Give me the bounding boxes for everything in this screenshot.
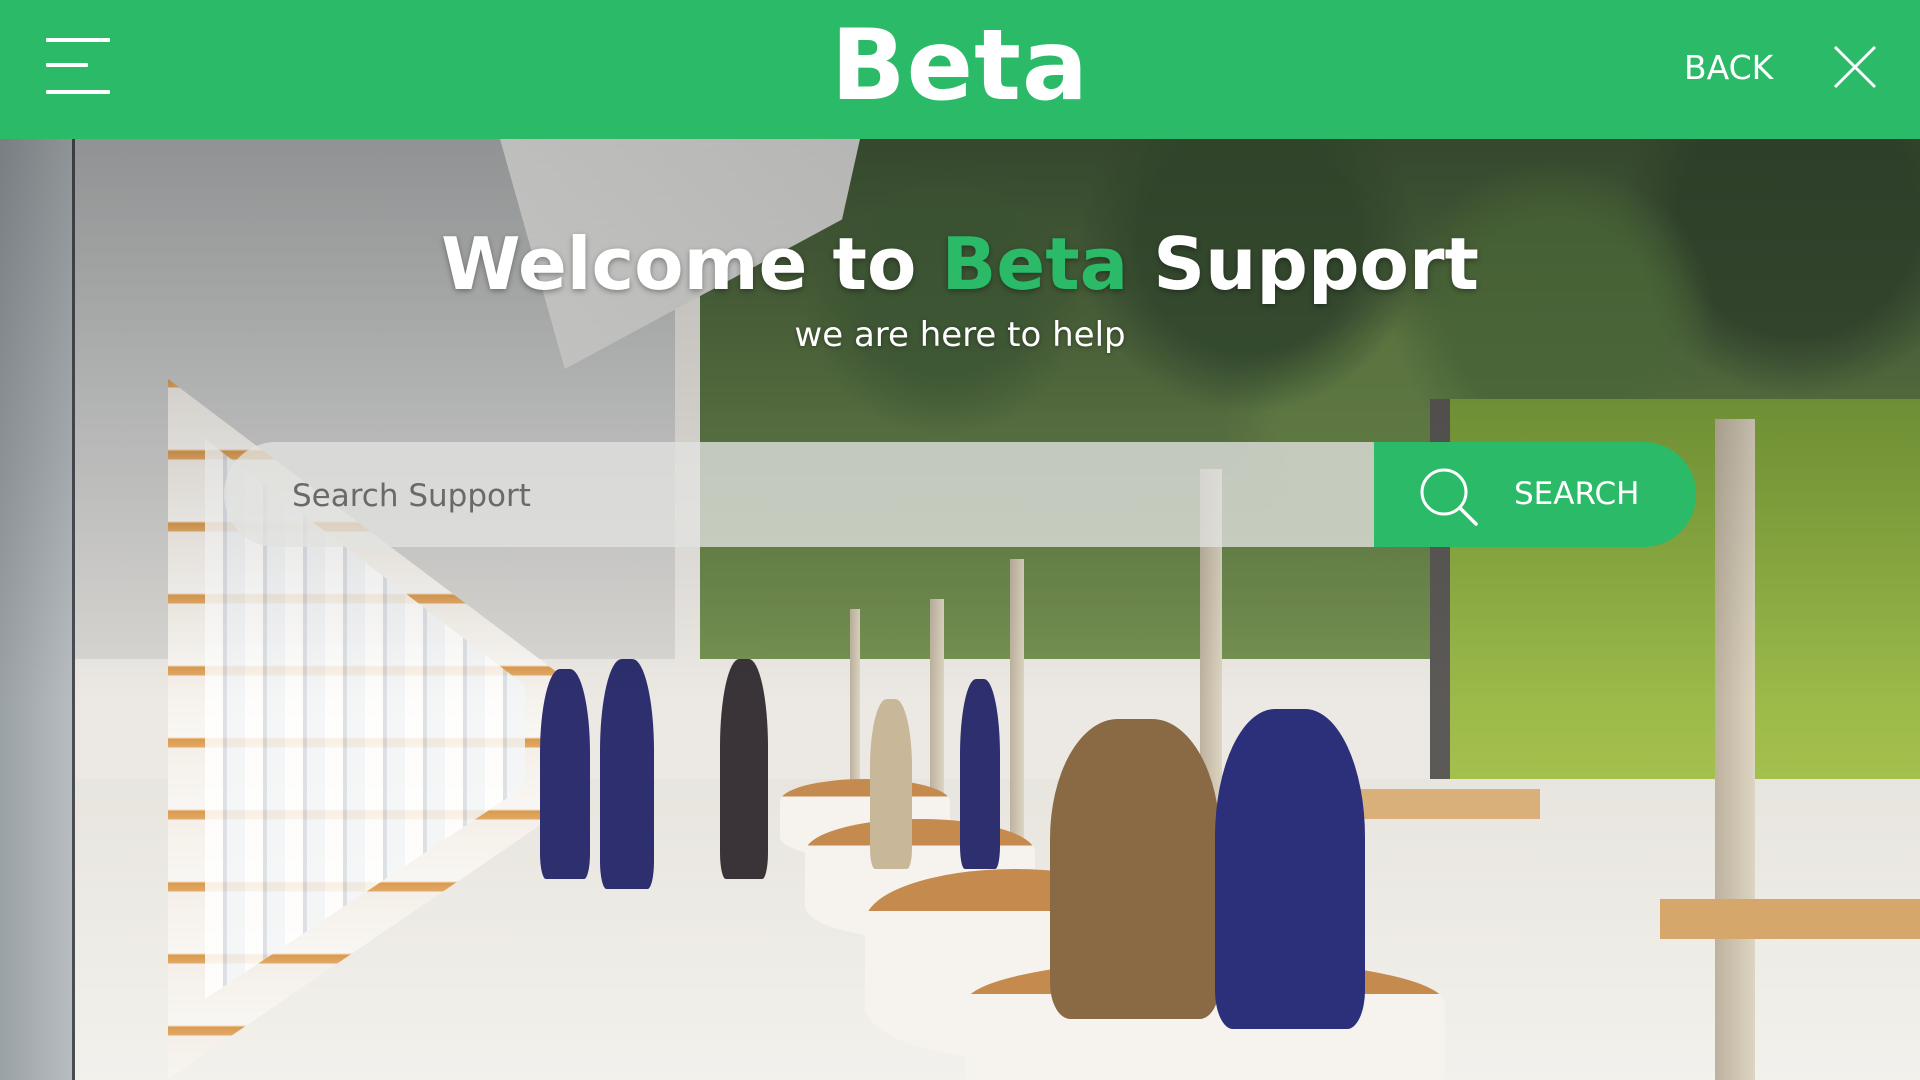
close-icon[interactable] <box>1832 44 1878 90</box>
search-button-label: SEARCH <box>1514 476 1640 512</box>
welcome-brand: Beta <box>941 222 1129 306</box>
search-icon <box>1420 468 1478 526</box>
search-button[interactable]: SEARCH <box>1374 442 1696 547</box>
search-field-container <box>224 442 1374 549</box>
welcome-prefix: Welcome to <box>441 222 917 306</box>
welcome-heading: Welcome to Beta Support <box>0 222 1920 306</box>
welcome-suffix: Support <box>1153 222 1479 306</box>
brand-logo[interactable]: Beta <box>0 6 1920 126</box>
top-navigation-bar: Beta BACK <box>0 0 1920 139</box>
search-input[interactable] <box>290 442 1354 549</box>
back-button[interactable]: BACK <box>1684 48 1773 88</box>
tagline: we are here to help <box>794 315 1126 355</box>
